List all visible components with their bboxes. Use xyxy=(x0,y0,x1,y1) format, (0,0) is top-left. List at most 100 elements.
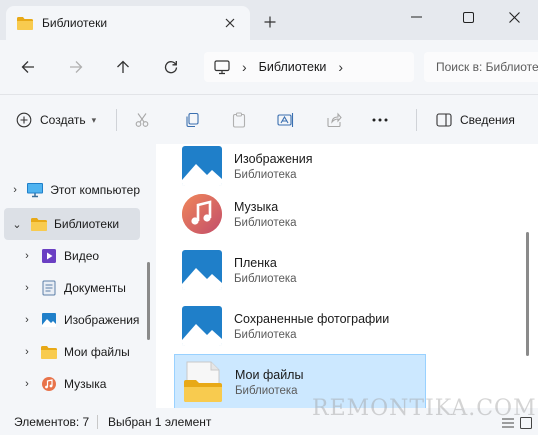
arrow-right-icon xyxy=(69,60,83,74)
tree-item-this-pc[interactable]: › Этот компьютер xyxy=(4,174,140,206)
item-type: Библиотека xyxy=(234,168,297,181)
tree-item-documents[interactable]: › Документы xyxy=(4,272,140,304)
refresh-icon xyxy=(164,60,178,74)
address-toolbar: › Библиотеки › Поиск в: Библиотеки xyxy=(0,40,538,94)
item-count: Элементов: 7 xyxy=(14,415,90,429)
copy-button[interactable] xyxy=(180,108,204,132)
clipboard-icon xyxy=(231,112,247,128)
list-item[interactable]: Сохраненные фотографии Библиотека xyxy=(174,298,426,354)
tree-item-label: Мои файлы xyxy=(64,345,130,359)
title-bar: Библиотеки xyxy=(0,0,538,40)
copy-icon xyxy=(184,112,200,128)
pictures-library-icon xyxy=(182,146,222,186)
up-button[interactable] xyxy=(110,54,136,80)
list-item[interactable]: Музыка Библиотека xyxy=(174,186,426,242)
tree-item-label: Музыка xyxy=(64,377,107,391)
chevron-right-icon[interactable]: › xyxy=(20,314,34,326)
rename-button[interactable] xyxy=(274,108,298,132)
tab-title: Библиотеки xyxy=(42,16,108,30)
library-folder-icon xyxy=(30,216,48,232)
selection-count: Выбран 1 элемент xyxy=(108,415,212,429)
chevron-right-icon[interactable]: › xyxy=(20,282,34,294)
create-button[interactable]: Создать ▾ xyxy=(16,108,96,132)
arrow-up-icon xyxy=(116,60,130,74)
folder-library-icon xyxy=(184,361,222,402)
documents-icon xyxy=(40,280,58,296)
chevron-right-icon[interactable]: › xyxy=(20,346,34,358)
refresh-button[interactable] xyxy=(158,54,184,80)
search-input[interactable]: Поиск в: Библиотеки xyxy=(424,52,538,82)
item-type: Библиотека xyxy=(234,272,297,285)
share-icon xyxy=(326,112,342,128)
back-button[interactable] xyxy=(15,54,41,80)
arrow-left-icon xyxy=(21,60,35,74)
tree-item-label: Библиотеки xyxy=(54,217,120,231)
scissors-icon xyxy=(134,112,150,128)
camera-roll-library-icon xyxy=(182,250,222,290)
details-label: Сведения xyxy=(460,113,515,127)
navigation-pane[interactable]: › Этот компьютер ⌄ Библиотеки › Видео › … xyxy=(0,144,156,408)
video-icon xyxy=(40,248,58,264)
chevron-right-icon[interactable]: › xyxy=(20,250,34,262)
item-name: Мои файлы xyxy=(235,367,304,382)
paste-button[interactable] xyxy=(227,108,251,132)
toolbar-divider xyxy=(416,109,417,131)
item-name: Сохраненные фотографии xyxy=(234,311,390,326)
tree-item-pictures[interactable]: › Изображения xyxy=(4,304,140,336)
details-button[interactable]: Сведения xyxy=(436,108,515,132)
toolbar-divider xyxy=(116,109,117,131)
cut-button[interactable] xyxy=(130,108,154,132)
rename-icon xyxy=(277,112,295,128)
tree-item-label: Документы xyxy=(64,281,126,295)
share-button[interactable] xyxy=(322,108,346,132)
status-divider xyxy=(97,415,98,429)
more-options-button[interactable] xyxy=(368,108,392,132)
plus-circle-icon xyxy=(16,112,32,128)
breadcrumb-end-chevron-icon[interactable]: › xyxy=(338,59,343,75)
file-list-scrollbar[interactable] xyxy=(526,232,529,356)
monitor-icon xyxy=(214,59,230,75)
folder-icon xyxy=(40,344,58,360)
music-icon xyxy=(40,376,58,392)
tree-item-my-files[interactable]: › Мои файлы xyxy=(4,336,140,368)
details-pane-icon xyxy=(436,113,452,127)
tree-item-label: Этот компьютер xyxy=(50,183,140,197)
create-label: Создать xyxy=(40,113,86,127)
forward-button[interactable] xyxy=(63,54,89,80)
minimize-button[interactable] xyxy=(396,6,436,28)
tree-item-video[interactable]: › Видео xyxy=(4,240,140,272)
maximize-button[interactable] xyxy=(448,6,488,28)
item-name: Пленка xyxy=(234,255,277,270)
item-type: Библиотека xyxy=(234,328,297,341)
breadcrumb-libraries[interactable]: Библиотеки xyxy=(259,60,327,74)
watermark: REMONTIKA.COM xyxy=(312,396,537,421)
chevron-right-icon[interactable]: › xyxy=(20,378,34,390)
more-icon xyxy=(372,118,388,122)
nav-pane-scrollbar[interactable] xyxy=(147,262,150,340)
tree-item-label: Изображения xyxy=(64,313,140,327)
pictures-icon xyxy=(40,312,58,328)
chevron-down-icon: ▾ xyxy=(91,114,97,125)
item-name: Изображения xyxy=(234,151,313,166)
tab-libraries[interactable]: Библиотеки xyxy=(6,6,250,40)
address-bar[interactable]: › Библиотеки › xyxy=(204,52,414,82)
new-tab-button[interactable] xyxy=(260,12,280,32)
saved-pictures-library-icon xyxy=(182,306,222,346)
chevron-right-icon[interactable]: › xyxy=(10,184,20,196)
item-type: Библиотека xyxy=(234,216,297,229)
music-library-icon xyxy=(182,194,222,234)
item-name: Музыка xyxy=(234,199,279,214)
tree-item-music[interactable]: › Музыка xyxy=(4,368,140,400)
tree-item-libraries[interactable]: ⌄ Библиотеки xyxy=(4,208,140,240)
file-list[interactable]: Изображения Библиотека Музыка Библиотека… xyxy=(156,144,538,408)
close-window-button[interactable] xyxy=(494,6,534,28)
tree-item-label: Видео xyxy=(64,249,100,263)
command-bar: Создать ▾ Сведения xyxy=(0,94,538,144)
item-type: Библиотека xyxy=(235,384,298,397)
computer-icon xyxy=(26,182,44,198)
breadcrumb-chevron-icon[interactable]: › xyxy=(242,59,247,75)
list-item[interactable]: Пленка Библиотека xyxy=(174,242,426,298)
chevron-down-icon[interactable]: ⌄ xyxy=(10,218,24,231)
close-tab-icon[interactable] xyxy=(222,15,238,31)
folder-icon xyxy=(16,16,34,31)
